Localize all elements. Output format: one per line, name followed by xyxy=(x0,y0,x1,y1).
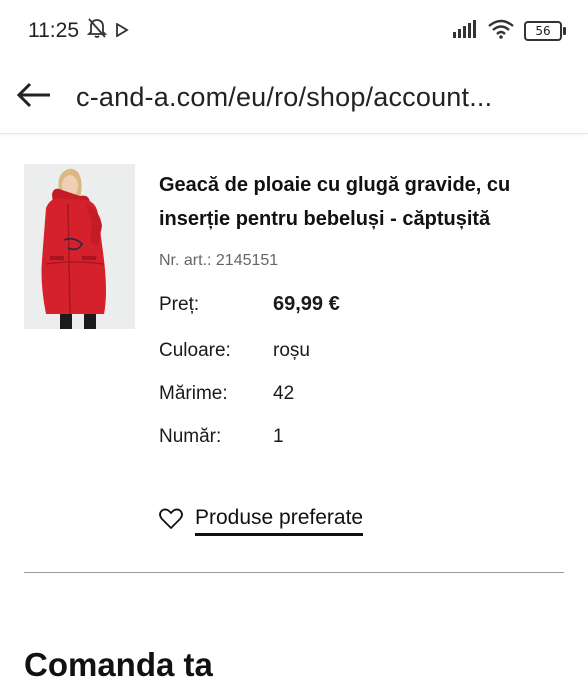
bell-muted-icon xyxy=(86,17,108,45)
section-title: Comanda ta xyxy=(24,646,213,683)
price-value: 69,99 € xyxy=(273,293,340,315)
favorites-label: Produse preferate xyxy=(195,506,364,536)
status-left: 11:25 xyxy=(28,17,129,45)
browser-url-bar: c-and-a.com/eu/ro/shop/account... xyxy=(0,62,588,134)
battery-indicator: 56 xyxy=(524,21,566,41)
status-right: 56 xyxy=(452,19,566,44)
divider xyxy=(24,572,564,573)
attribute-size: Mărime: 42 xyxy=(159,383,294,405)
play-store-icon xyxy=(115,19,129,43)
status-bar: 11:25 56 xyxy=(0,0,588,62)
heart-icon xyxy=(159,508,183,535)
attribute-quantity: Număr: 1 xyxy=(159,426,284,448)
attribute-label: Culoare: xyxy=(159,340,231,361)
attribute-price: Preț: 69,99 € xyxy=(159,293,340,316)
product-title[interactable]: Geacă de ploaie cu glugă gravide, cu ins… xyxy=(159,168,569,236)
quantity-value: 1 xyxy=(273,426,284,447)
attribute-color: Culoare: roșu xyxy=(159,340,310,362)
size-value: 42 xyxy=(273,383,295,404)
attribute-label: Număr: xyxy=(159,426,222,447)
arrow-left-icon xyxy=(16,82,52,113)
status-time: 11:25 xyxy=(28,19,79,42)
article-number: Nr. art.: 2145151 xyxy=(159,252,279,269)
signal-icon xyxy=(452,19,478,43)
attribute-label: Preț: xyxy=(159,294,200,315)
attribute-label: Mărime: xyxy=(159,383,228,404)
url-text[interactable]: c-and-a.com/eu/ro/shop/account... xyxy=(76,82,536,113)
color-value: roșu xyxy=(273,340,310,361)
favorites-link[interactable]: Produse preferate xyxy=(159,506,364,536)
product-image[interactable] xyxy=(24,164,135,329)
wifi-icon xyxy=(488,19,514,44)
back-button[interactable] xyxy=(0,62,84,134)
